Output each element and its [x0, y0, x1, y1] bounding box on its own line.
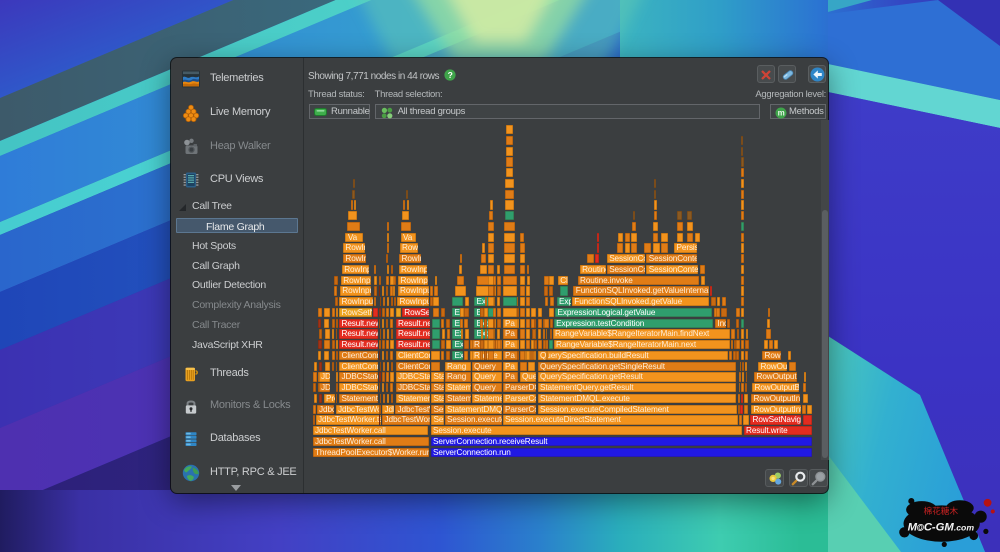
svg-text:棉花糖木: 棉花糖木: [923, 505, 958, 516]
svg-text:MoC-GM.com: MoC-GM.com: [908, 522, 975, 534]
